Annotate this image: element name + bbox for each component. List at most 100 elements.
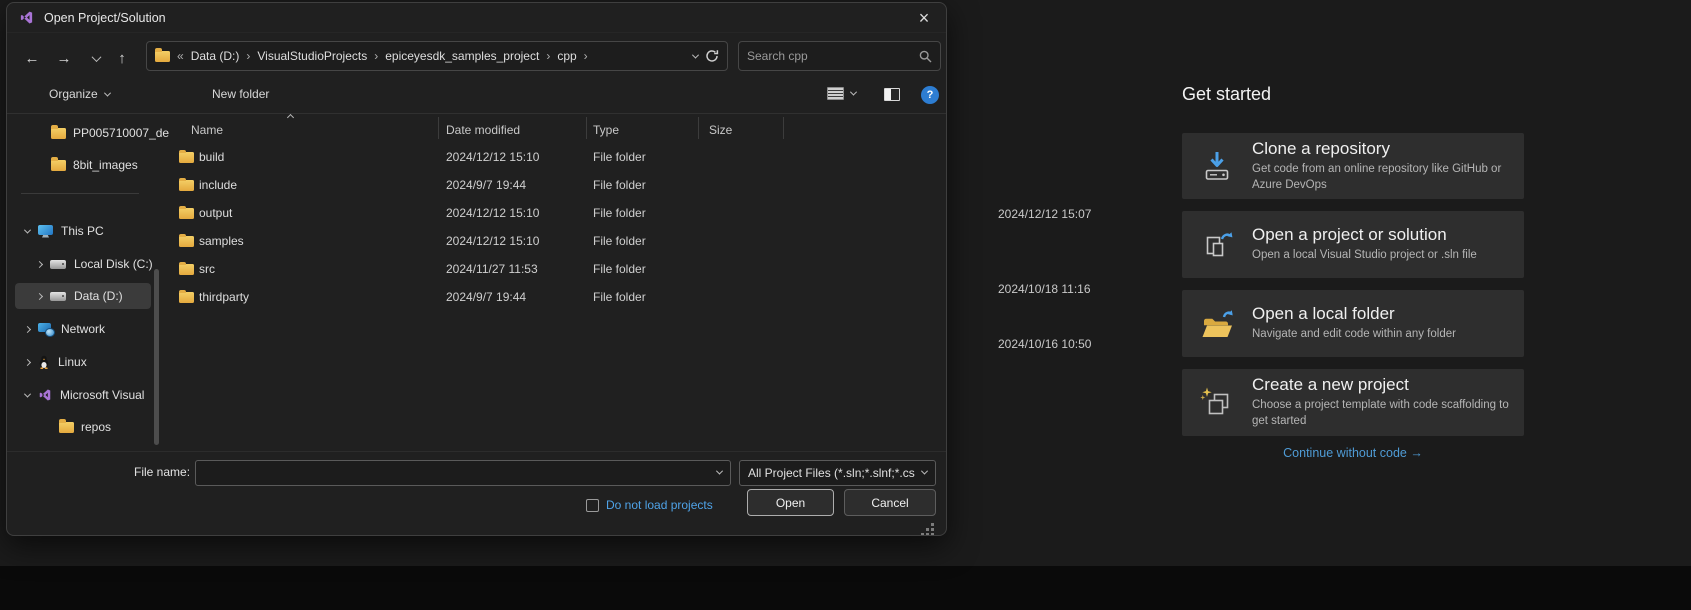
breadcrumb-item[interactable]: Data (D:) — [191, 49, 240, 63]
file-name: samples — [199, 227, 439, 255]
recent-locations-button[interactable] — [83, 45, 109, 71]
sidebar-item-this-pc[interactable]: This PC — [25, 219, 104, 243]
cancel-button[interactable]: Cancel — [844, 489, 936, 516]
breadcrumb-item[interactable]: VisualStudioProjects — [257, 49, 367, 63]
close-icon[interactable]: × — [910, 6, 938, 30]
do-not-load-projects-label[interactable]: Do not load projects — [606, 498, 713, 512]
resize-grip[interactable] — [931, 523, 934, 526]
sidebar-item-8bit-images[interactable]: 8bit_images — [51, 153, 138, 177]
address-bar[interactable]: « Data (D:) › VisualStudioProjects › epi… — [146, 41, 728, 71]
new-folder-button[interactable]: New folder — [212, 87, 269, 101]
open-project-dialog: Open Project/Solution × ← → ↑ « Data (D:… — [6, 2, 947, 536]
sidebar-item-pp005710007[interactable]: PP005710007_de — [51, 121, 169, 145]
file-name: thirdparty — [199, 283, 439, 309]
do-not-load-projects-checkbox[interactable] — [586, 499, 599, 512]
search-box[interactable] — [738, 41, 941, 71]
open-button[interactable]: Open — [747, 489, 834, 516]
card-subtitle: Open a local Visual Studio project or .s… — [1252, 248, 1477, 264]
column-separator[interactable] — [783, 117, 784, 139]
search-input[interactable] — [747, 49, 919, 63]
up-button[interactable]: ↑ — [109, 45, 135, 71]
breadcrumb-item[interactable]: cpp — [557, 49, 576, 63]
chevron-right-icon[interactable] — [24, 325, 31, 332]
new-project-icon — [1182, 386, 1252, 420]
file-name-input[interactable] — [204, 466, 706, 480]
chevron-down-icon — [921, 468, 928, 475]
file-row-include[interactable]: include 2024/9/7 19:44 File folder — [167, 171, 947, 199]
chevron-down-icon[interactable] — [24, 390, 31, 397]
column-separator[interactable] — [698, 117, 699, 139]
sidebar-item-microsoft-visual-studio[interactable]: Microsoft Visual — [25, 383, 144, 407]
sidebar-item-label: Microsoft Visual — [60, 388, 144, 402]
column-header-type[interactable]: Type — [593, 123, 619, 137]
folder-icon — [179, 292, 194, 303]
organize-label: Organize — [49, 87, 98, 101]
file-name: output — [199, 199, 439, 227]
folder-icon — [179, 152, 194, 163]
dialog-title: Open Project/Solution — [44, 11, 166, 25]
sort-ascending-icon — [287, 114, 294, 121]
visual-studio-logo-icon — [19, 10, 34, 25]
file-type: File folder — [593, 199, 713, 227]
help-icon: ? — [921, 86, 939, 104]
file-name: build — [199, 143, 439, 171]
column-separator[interactable] — [586, 117, 587, 139]
sidebar-item-network[interactable]: Network — [25, 317, 105, 341]
sidebar-separator — [21, 193, 139, 194]
file-row-samples[interactable]: samples 2024/12/12 15:10 File folder — [167, 227, 947, 255]
forward-button[interactable]: → — [51, 45, 77, 71]
address-dropdown-icon[interactable] — [692, 51, 699, 58]
chevron-down-icon — [91, 52, 101, 62]
disk-icon — [50, 260, 66, 269]
card-open-local-folder[interactable]: Open a local folder Navigate and edit co… — [1182, 290, 1524, 357]
file-name-label: File name: — [134, 465, 190, 479]
folder-icon — [179, 264, 194, 275]
file-row-src[interactable]: src 2024/11/27 11:53 File folder — [167, 255, 947, 283]
chevron-right-icon[interactable] — [36, 260, 43, 267]
card-create-new-project[interactable]: Create a new project Choose a project te… — [1182, 369, 1524, 436]
file-row-output[interactable]: output 2024/12/12 15:10 File folder — [167, 199, 947, 227]
this-pc-icon — [38, 225, 53, 238]
card-subtitle: Navigate and edit code within any folder — [1252, 327, 1456, 343]
recent-item-date: 2024/10/16 10:50 — [998, 337, 1091, 351]
column-header-size[interactable]: Size — [709, 123, 732, 137]
file-date-modified: 2024/9/7 19:44 — [446, 171, 586, 199]
file-list: build 2024/12/12 15:10 File folder inclu… — [167, 143, 947, 309]
column-separator[interactable] — [438, 117, 439, 139]
linux-penguin-icon — [38, 355, 50, 369]
sidebar-item-local-disk-c[interactable]: Local Disk (C:) — [37, 252, 153, 276]
chevron-right-icon[interactable] — [24, 358, 31, 365]
search-icon — [919, 50, 932, 63]
card-title: Open a local folder — [1252, 304, 1456, 324]
card-title: Create a new project — [1252, 375, 1510, 395]
sidebar-item-data-d[interactable]: Data (D:) — [37, 284, 123, 308]
breadcrumb-separator-icon: › — [546, 49, 550, 63]
back-button[interactable]: ← — [19, 45, 45, 71]
continue-without-code-link[interactable]: Continue without code → — [1182, 446, 1524, 460]
sidebar-scrollbar[interactable] — [154, 269, 159, 445]
preview-pane-button[interactable] — [884, 88, 900, 101]
card-open-project[interactable]: Open a project or solution Open a local … — [1182, 211, 1524, 278]
help-button[interactable]: ? — [921, 86, 939, 104]
card-clone-repository[interactable]: Clone a repository Get code from an onli… — [1182, 133, 1524, 199]
sidebar-item-repos[interactable]: repos — [59, 415, 111, 439]
view-mode-button[interactable] — [827, 87, 856, 100]
breadcrumb-item[interactable]: epiceyesdk_samples_project — [385, 49, 539, 63]
sidebar-item-label: Linux — [58, 355, 87, 369]
organize-button[interactable]: Organize — [49, 87, 110, 101]
column-header-date-modified[interactable]: Date modified — [446, 123, 520, 137]
refresh-icon[interactable] — [705, 49, 719, 63]
chevron-right-icon[interactable] — [36, 292, 43, 299]
column-header-name[interactable]: Name — [191, 123, 223, 137]
file-type-dropdown[interactable]: All Project Files (*.sln;*.slnf;*.csp — [739, 460, 936, 486]
file-row-thirdparty[interactable]: thirdparty 2024/9/7 19:44 File folder — [167, 283, 947, 309]
breadcrumb-overflow-icon[interactable]: « — [177, 49, 184, 63]
clone-repository-icon — [1182, 149, 1252, 183]
sidebar-item-linux[interactable]: Linux — [25, 350, 87, 374]
chevron-down-icon[interactable] — [24, 226, 31, 233]
file-row-build[interactable]: build 2024/12/12 15:10 File folder — [167, 143, 947, 171]
chevron-down-icon[interactable] — [716, 468, 723, 475]
file-name-combobox[interactable] — [195, 460, 731, 486]
disk-icon — [50, 292, 66, 301]
footer-divider — [7, 451, 946, 452]
